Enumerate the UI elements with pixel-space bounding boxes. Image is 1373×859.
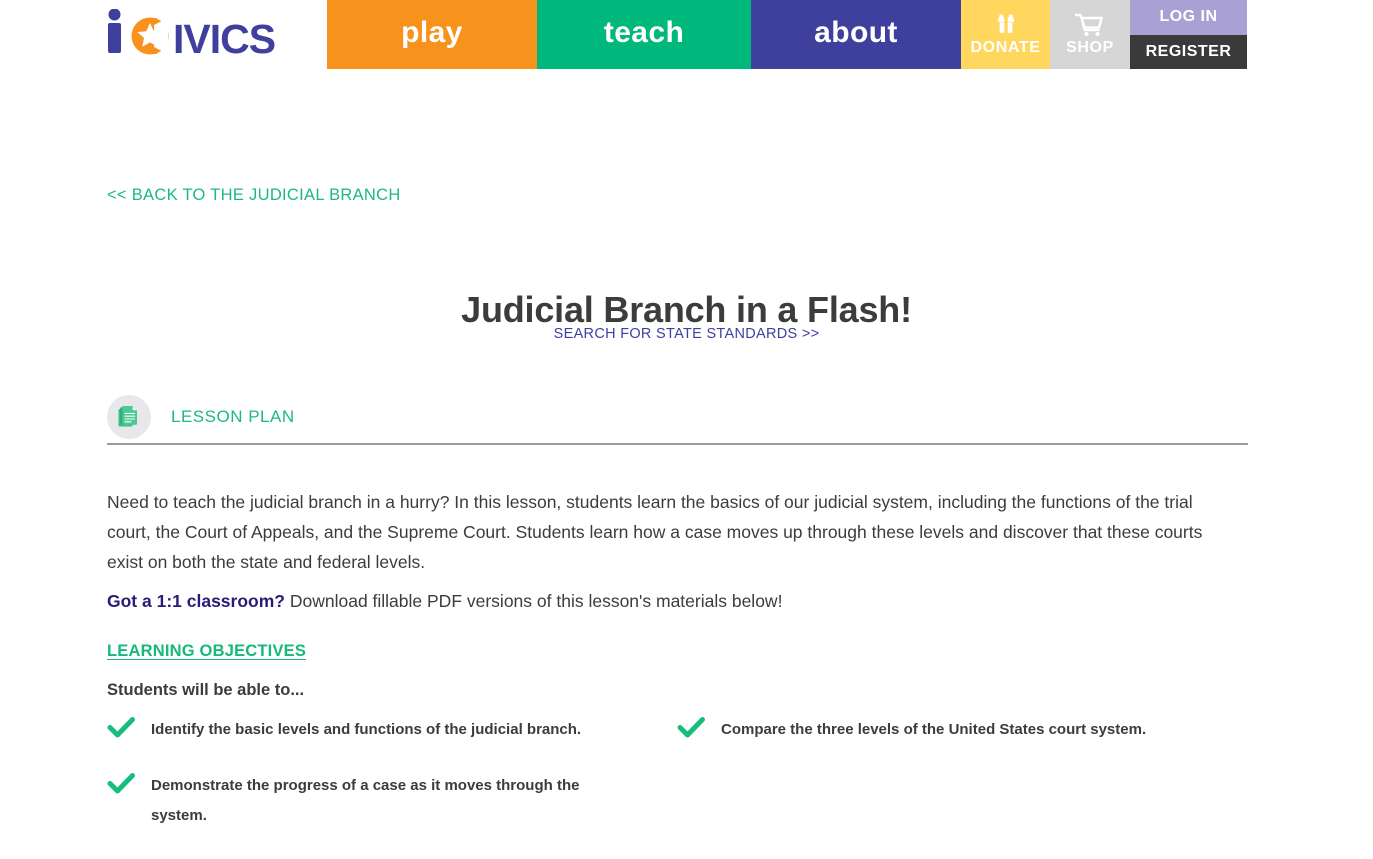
cart-icon bbox=[1075, 0, 1105, 40]
shop-button[interactable]: SHOP bbox=[1050, 0, 1130, 69]
donate-label: DONATE bbox=[970, 39, 1041, 56]
learning-objectives-subheading: Students will be able to... bbox=[107, 681, 305, 699]
nav-item-play[interactable]: play bbox=[327, 0, 537, 69]
back-to-judicial-branch-link[interactable]: << BACK TO THE JUDICIAL BRANCH bbox=[107, 186, 401, 205]
site-header: IVICS play teach about DONATE SHOP LOG I… bbox=[0, 0, 1373, 69]
donate-button[interactable]: DONATE bbox=[961, 0, 1050, 69]
one-to-one-note: Got a 1:1 classroom? Download fillable P… bbox=[107, 587, 1241, 615]
check-icon bbox=[107, 769, 135, 797]
one-to-one-rest: Download fillable PDF versions of this l… bbox=[284, 590, 783, 611]
section-divider bbox=[107, 443, 1248, 445]
objective-item: Demonstrate the progress of a case as it… bbox=[107, 771, 677, 831]
objective-text: Compare the three levels of the United S… bbox=[721, 721, 1147, 738]
main-nav: play teach about bbox=[327, 0, 961, 69]
icivics-logo[interactable]: IVICS bbox=[106, 8, 302, 60]
documents-icon bbox=[107, 395, 151, 439]
gift-icon bbox=[993, 0, 1019, 40]
objective-item: Compare the three levels of the United S… bbox=[677, 715, 1247, 745]
login-button[interactable]: LOG IN bbox=[1130, 0, 1247, 35]
utility-nav: DONATE SHOP LOG IN REGISTER bbox=[961, 0, 1247, 69]
resource-type: LESSON PLAN bbox=[107, 395, 295, 439]
objective-text: Identify the basic levels and functions … bbox=[151, 721, 582, 738]
check-icon bbox=[107, 713, 135, 741]
nav-item-about[interactable]: about bbox=[751, 0, 961, 69]
objective-text: Demonstrate the progress of a case as it… bbox=[151, 777, 580, 824]
objective-item: Identify the basic levels and functions … bbox=[107, 715, 677, 745]
register-button[interactable]: REGISTER bbox=[1130, 34, 1247, 69]
check-icon bbox=[677, 713, 705, 741]
learning-objectives-heading[interactable]: LEARNING OBJECTIVES bbox=[107, 642, 306, 661]
search-state-standards-link[interactable]: SEARCH FOR STATE STANDARDS >> bbox=[0, 326, 1373, 342]
shop-label: SHOP bbox=[1066, 39, 1114, 56]
auth-buttons: LOG IN REGISTER bbox=[1130, 0, 1247, 69]
lesson-description: Need to teach the judicial branch in a h… bbox=[107, 491, 1203, 572]
nav-item-teach[interactable]: teach bbox=[537, 0, 751, 69]
svg-text:IVICS: IVICS bbox=[173, 16, 275, 59]
page-title: Judicial Branch in a Flash! bbox=[461, 289, 912, 331]
one-to-one-bold: Got a 1:1 classroom? bbox=[107, 590, 285, 611]
learning-objectives-list: Identify the basic levels and functions … bbox=[107, 715, 1248, 831]
resource-type-label: LESSON PLAN bbox=[171, 407, 295, 426]
